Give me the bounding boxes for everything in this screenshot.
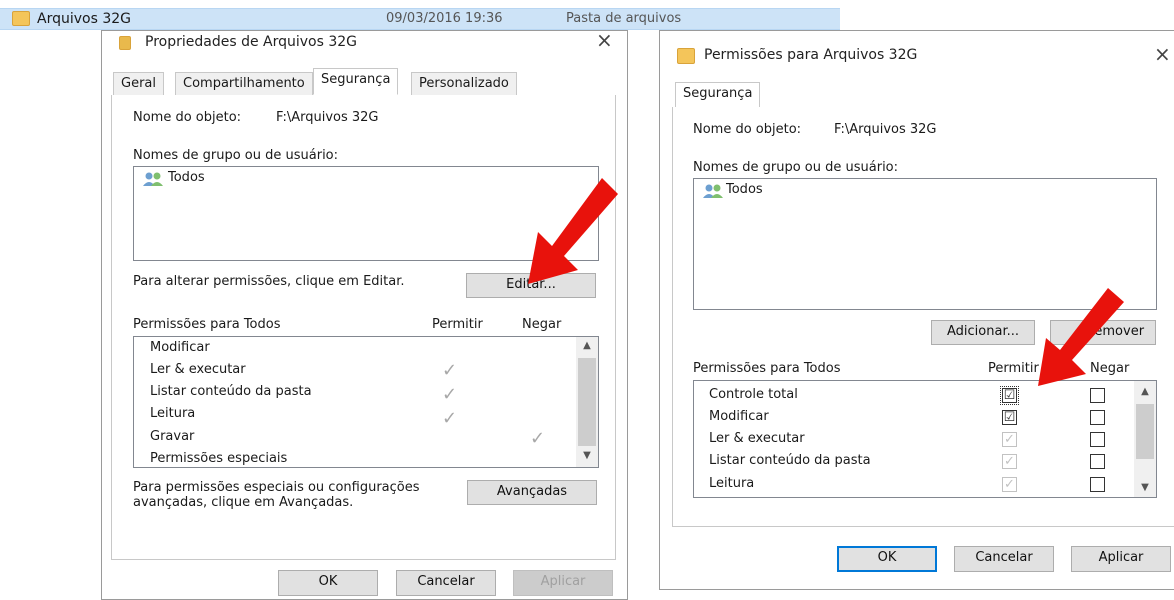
advanced-button[interactable]: Avançadas [467, 480, 597, 505]
groups-label: Nomes de grupo ou de usuário: [133, 148, 339, 163]
file-date: 09/03/2016 19:36 [386, 11, 503, 26]
change-permissions-hint: Para alterar permissões, clique em Edita… [133, 274, 405, 289]
allow-check-icon: ✓ [442, 360, 458, 381]
allow-check-icon: ✓ [442, 408, 458, 429]
deny-check-icon: ✓ [530, 428, 546, 449]
object-name-label: Nome do objeto: [133, 110, 242, 125]
advanced-hint-line-1: Para permissões especiais ou configuraçõ… [133, 480, 420, 495]
permission-row: Ler & executar ✓ [709, 431, 1129, 451]
allow-checkbox[interactable]: ✓ [1002, 432, 1017, 447]
permission-row: Leitura ✓ [709, 476, 1129, 496]
deny-checkbox[interactable] [1090, 477, 1105, 492]
allow-check-icon: ✓ [442, 384, 458, 405]
apply-button[interactable]: Aplicar [513, 570, 613, 596]
folder-icon [677, 48, 695, 64]
permission-row: Gravar ✓ [150, 428, 570, 449]
users-icon [143, 172, 163, 186]
permission-name: Leitura [709, 476, 755, 491]
group-item[interactable]: Todos [702, 182, 782, 200]
permission-row: Modificar ☑ [709, 409, 1129, 429]
permission-name: Ler & executar [709, 431, 805, 446]
allow-checkbox[interactable]: ☑ [1000, 386, 1019, 405]
permissions-title: Permissões para Arquivos 32G [704, 47, 918, 63]
group-name: Todos [726, 182, 763, 197]
apply-button[interactable]: Aplicar [1071, 546, 1171, 572]
close-icon[interactable]: × [1154, 42, 1171, 66]
scroll-down-icon[interactable]: ▼ [1134, 482, 1156, 493]
tab-security[interactable]: Segurança [313, 68, 399, 95]
cancel-button[interactable]: Cancelar [954, 546, 1054, 572]
allow-checkbox[interactable]: ☑ [1002, 410, 1017, 425]
explorer-file-row[interactable]: Arquivos 32G 09/03/2016 19:36 Pasta de a… [0, 8, 840, 30]
permission-row: Listar conteúdo da pasta ✓ [150, 384, 570, 405]
scroll-up-icon[interactable]: ▲ [1134, 386, 1156, 397]
group-item[interactable]: Todos [142, 170, 222, 188]
object-name-value: F:\Arquivos 32G [834, 122, 937, 137]
tab-sharing[interactable]: Compartilhamento [175, 72, 313, 96]
scroll-up-icon[interactable]: ▲ [576, 340, 598, 351]
permission-name: Modificar [150, 340, 210, 355]
file-type: Pasta de arquivos [566, 11, 682, 26]
permission-name: Leitura [150, 406, 196, 421]
close-icon[interactable]: × [596, 28, 613, 52]
permission-row: Listar conteúdo da pasta ✓ [709, 453, 1129, 473]
advanced-hint-line-2: avançadas, clique em Avançadas. [133, 495, 354, 510]
permission-row: Modificar [150, 340, 570, 360]
allow-checkbox[interactable]: ✓ [1002, 454, 1017, 469]
permission-name: Controle total [709, 387, 798, 402]
deny-checkbox[interactable] [1090, 454, 1105, 469]
allow-column-header: Permitir [432, 317, 483, 332]
red-arrow-icon [1038, 288, 1124, 386]
permission-row: Leitura ✓ [150, 406, 570, 429]
tab-security[interactable]: Segurança [675, 82, 761, 108]
group-name: Todos [168, 170, 205, 185]
permission-name: Permissões especiais [150, 451, 288, 466]
tab-custom[interactable]: Personalizado [411, 72, 517, 96]
permission-name: Listar conteúdo da pasta [709, 453, 871, 468]
cancel-button[interactable]: Cancelar [396, 570, 496, 596]
folder-icon [12, 11, 30, 26]
folder-icon [119, 36, 131, 50]
object-name-value: F:\Arquivos 32G [276, 110, 379, 125]
deny-checkbox[interactable] [1090, 410, 1105, 425]
scroll-down-icon[interactable]: ▼ [576, 450, 598, 461]
tab-general[interactable]: Geral [113, 72, 164, 96]
permission-name: Ler & executar [150, 362, 246, 377]
users-icon [703, 184, 723, 198]
permissions-header: Permissões para Todos [133, 317, 281, 332]
permission-row: Ler & executar ✓ [150, 360, 570, 382]
object-name-label: Nome do objeto: [693, 122, 802, 137]
ok-button[interactable]: OK [278, 570, 378, 596]
ok-button[interactable]: OK [837, 546, 937, 572]
add-button[interactable]: Adicionar... [931, 320, 1035, 345]
red-arrow-icon [528, 178, 618, 284]
permissions-header: Permissões para Todos [693, 361, 841, 376]
allow-checkbox[interactable]: ✓ [1002, 477, 1017, 492]
scrollbar-thumb[interactable] [1136, 404, 1154, 459]
properties-title: Propriedades de Arquivos 32G [145, 34, 358, 50]
permission-name: Modificar [709, 409, 769, 424]
permission-name: Listar conteúdo da pasta [150, 384, 312, 399]
groups-label: Nomes de grupo ou de usuário: [693, 160, 899, 175]
scrollbar-thumb[interactable] [578, 358, 596, 446]
permission-name: Gravar [150, 429, 195, 444]
permission-row: Permissões especiais [150, 451, 570, 469]
file-name: Arquivos 32G [37, 11, 131, 27]
deny-checkbox[interactable] [1090, 432, 1105, 447]
deny-column-header: Negar [522, 317, 562, 332]
